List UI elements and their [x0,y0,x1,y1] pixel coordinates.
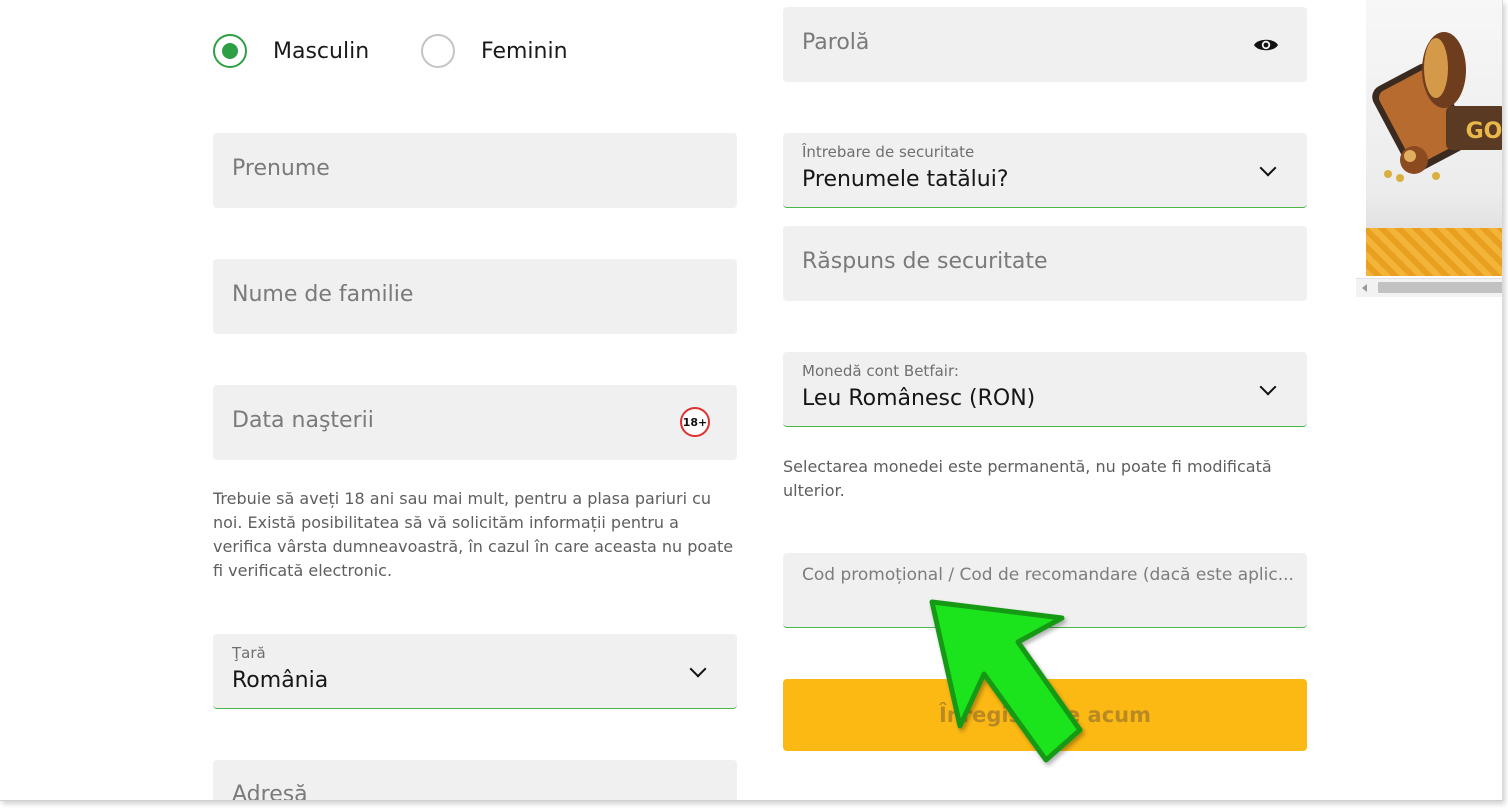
chevron-down-icon[interactable] [1259,159,1277,177]
dob-field[interactable]: Data naşterii 18+ [213,385,737,460]
first-name-placeholder: Prenume [232,156,330,181]
radio-female-label: Feminin [481,38,568,64]
currency-select[interactable]: Monedă cont Betfair: Leu Românesc (RON) [783,352,1307,427]
promo-code-placeholder: Cod promoțional / Cod de recomandare (da… [802,565,1294,585]
security-answer-field[interactable]: Răspuns de securitate [783,226,1307,301]
address-field[interactable]: Adresă [213,760,737,801]
radio-male-label: Masculin [273,38,370,64]
banner-text: GO [1466,119,1503,144]
gender-radio-male[interactable]: Masculin [213,34,369,68]
scrollbar-thumb[interactable] [1378,282,1502,293]
banner-pattern [1366,228,1502,276]
chevron-down-icon[interactable] [1259,378,1277,396]
security-question-select[interactable]: Întrebare de securitate Prenumele tatălu… [783,133,1307,208]
scroll-left-arrow-icon[interactable] [1362,284,1367,292]
currency-value: Leu Românesc (RON) [802,386,1036,411]
country-value: România [232,668,329,693]
currency-help-text: Selectarea monedei este permanentă, nu p… [783,457,1272,500]
eye-icon[interactable] [1253,36,1279,54]
gender-radio-female[interactable]: Feminin [421,34,568,68]
last-name-placeholder: Nume de familie [232,282,414,307]
address-placeholder: Adresă [232,782,308,801]
radio-male-indicator[interactable] [213,34,247,68]
age-help-text: Trebuie să aveți 18 ani sau mai mult, pe… [213,489,734,580]
page-frame: Masculin Feminin Prenume Nume de familie… [0,0,1503,801]
password-placeholder: Parolă [802,30,870,55]
banner-horizontal-scrollbar[interactable] [1356,278,1502,297]
country-select[interactable]: Ţară România [213,634,737,709]
security-question-value: Prenumele tatălui? [802,167,1009,192]
country-label: Ţară [232,644,266,662]
password-field[interactable]: Parolă [783,7,1307,82]
age-18-badge-icon: 18+ [680,407,710,437]
radio-female-indicator[interactable] [421,34,455,68]
currency-label: Monedă cont Betfair: [802,362,959,380]
promo-banner[interactable]: GO [1366,0,1503,276]
casino-graphic: GO [1372,32,1503,182]
dob-placeholder: Data naşterii [232,408,374,433]
chevron-down-icon[interactable] [689,660,707,678]
pointer-arrow-icon [929,599,1083,763]
security-answer-placeholder: Răspuns de securitate [802,249,1048,274]
last-name-field[interactable]: Nume de familie [213,259,737,334]
first-name-field[interactable]: Prenume [213,133,737,208]
security-question-label: Întrebare de securitate [802,143,975,161]
